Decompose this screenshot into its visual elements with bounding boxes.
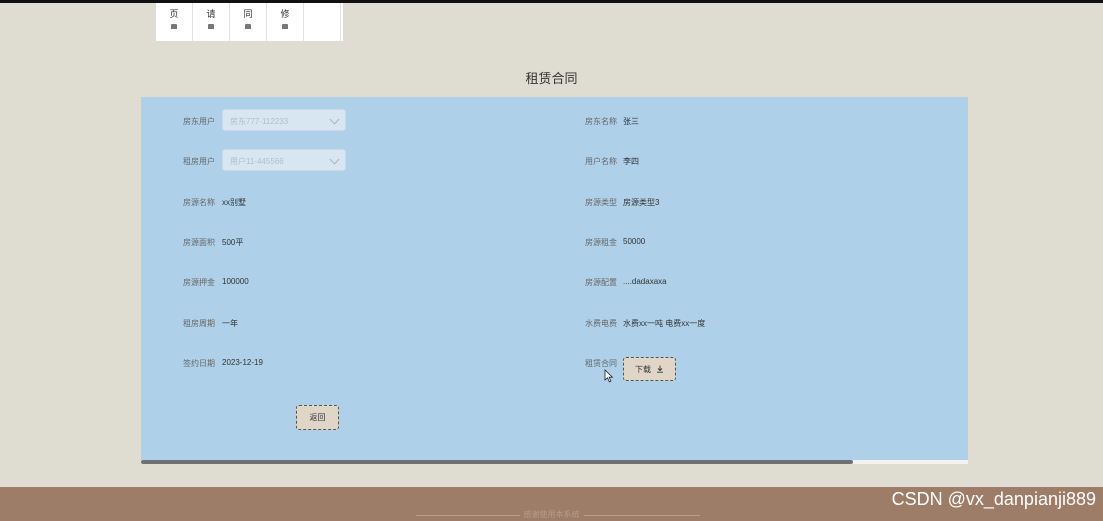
nav-item-repair[interactable]: 修 — [267, 3, 304, 41]
landlord-user-value: 房东777-112233 — [230, 117, 289, 126]
watermark: CSDN @vx_danpianji889 — [891, 489, 1096, 509]
top-nav: 页 请 同 修 — [156, 3, 343, 41]
house-config-label: 房源配置 — [585, 278, 617, 287]
mouse-cursor-icon — [604, 369, 614, 383]
house-type-value: 房源类型3 — [623, 198, 660, 207]
sign-date-label: 签约日期 — [183, 359, 215, 368]
house-rent-value: 50000 — [623, 237, 646, 246]
nav-item-home[interactable]: 页 — [156, 3, 193, 41]
chevron-down-icon — [329, 154, 340, 165]
contract-form: 房东用户 房东777-112233 房东名称 张三 租房用户 用户11-4455… — [141, 97, 968, 460]
landlord-user-select[interactable]: 房东777-112233 — [222, 109, 346, 131]
download-button[interactable]: 下载 — [623, 357, 676, 381]
footer-text-wrap: 感谢使用本系统 — [0, 509, 1103, 520]
house-area-label: 房源面积 — [183, 238, 215, 247]
nav-icon — [171, 24, 177, 29]
chevron-down-icon — [329, 114, 340, 125]
utility-fee-value: 水费xx一吨 电费xx一度 — [623, 319, 706, 328]
nav-item-request[interactable]: 请 — [193, 3, 230, 41]
nav-item-label: 页 — [169, 9, 179, 19]
house-config-value: ....dadaxaxa — [623, 277, 667, 286]
tenant-user-select[interactable]: 用户11-445566 — [222, 149, 346, 171]
contract-label: 租赁合同 — [585, 359, 617, 368]
nav-icon — [208, 24, 214, 29]
page-title: 租赁合同 — [525, 71, 578, 86]
landlord-name-label: 房东名称 — [585, 117, 617, 126]
tenant-user-value: 用户11-445566 — [230, 157, 284, 166]
sign-date-value: 2023-12-19 — [222, 358, 263, 367]
back-label: 返回 — [309, 413, 326, 422]
house-name-value: xx别墅 — [222, 198, 246, 207]
house-deposit-value: 100000 — [222, 277, 249, 286]
footer-text: 感谢使用本系统 — [519, 510, 584, 519]
utility-fee-label: 水费电费 — [585, 319, 617, 328]
scrollbar-thumb[interactable] — [141, 460, 853, 464]
nav-item-label: 同 — [243, 9, 253, 19]
landlord-user-label: 房东用户 — [183, 117, 215, 126]
house-deposit-label: 房源押金 — [183, 278, 215, 287]
rent-period-label: 租房周期 — [183, 319, 215, 328]
nav-icon — [282, 24, 288, 29]
house-name-label: 房源名称 — [183, 198, 215, 207]
landlord-name-value: 张三 — [623, 117, 639, 126]
house-area-value: 500平 — [222, 238, 244, 247]
house-rent-label: 房源租金 — [585, 238, 617, 247]
nav-icon — [245, 24, 251, 29]
nav-item-label: 请 — [206, 9, 216, 19]
nav-item-contract[interactable]: 同 — [230, 3, 267, 41]
rent-period-value: 一年 — [222, 319, 238, 328]
nav-item-empty[interactable] — [304, 3, 341, 41]
back-button[interactable]: 返回 — [296, 405, 339, 430]
user-name-value: 李四 — [623, 157, 639, 166]
download-icon — [656, 365, 664, 373]
user-name-label: 用户名称 — [585, 157, 617, 166]
house-type-label: 房源类型 — [585, 198, 617, 207]
nav-item-label: 修 — [280, 9, 290, 19]
horizontal-scrollbar[interactable] — [141, 460, 968, 464]
download-label: 下载 — [635, 364, 651, 374]
tenant-user-label: 租房用户 — [183, 157, 215, 166]
